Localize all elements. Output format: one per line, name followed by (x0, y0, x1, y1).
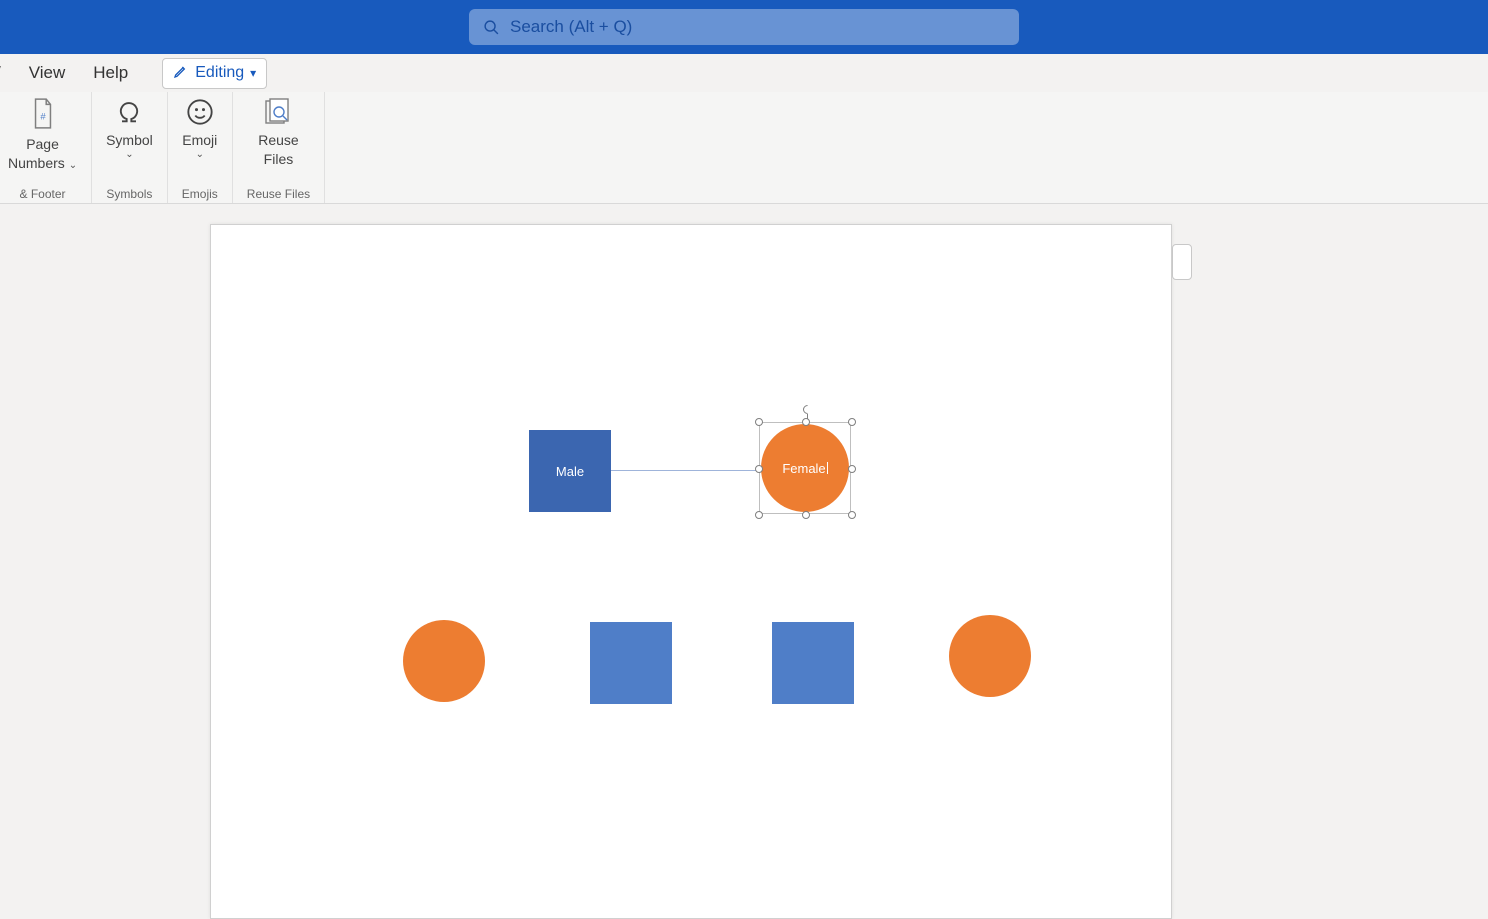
rotation-handle[interactable] (801, 405, 815, 425)
shape-square-2[interactable] (772, 622, 854, 704)
document-area: Male Female (0, 204, 1488, 919)
page-numbers-label-1: Page (26, 136, 59, 152)
resize-handle-sw[interactable] (755, 511, 763, 519)
ribbon-group-symbols: Symbol ⌄ Symbols (92, 92, 168, 203)
resize-handle-s[interactable] (802, 511, 810, 519)
shape-female-circle[interactable]: Female (761, 424, 849, 512)
search-icon (483, 19, 500, 36)
ribbon-group-footer: # Page Numbers ⌄ & Footer (0, 92, 92, 203)
ribbon-group-label-emojis: Emojis (182, 187, 218, 201)
editing-mode-button[interactable]: Editing ▾ (162, 58, 267, 89)
chevron-down-icon: ⌄ (69, 160, 77, 171)
resize-handle-se[interactable] (848, 511, 856, 519)
chevron-down-icon: ▾ (250, 66, 256, 80)
smile-icon (186, 98, 214, 129)
resize-handle-e[interactable] (848, 465, 856, 473)
shape-circle-1[interactable] (403, 620, 485, 702)
symbol-button[interactable]: Symbol ⌄ (106, 98, 153, 161)
svg-text:#: # (40, 111, 46, 122)
tab-help[interactable]: Help (93, 63, 128, 83)
search-box[interactable] (469, 9, 1019, 45)
emoji-button[interactable]: Emoji ⌄ (182, 98, 217, 161)
reuse-files-icon (263, 98, 293, 129)
pen-icon (173, 63, 189, 84)
page-canvas[interactable]: Male Female (210, 224, 1172, 919)
shape-circle-2[interactable] (949, 615, 1031, 697)
reuse-files-label-1: Reuse (258, 132, 298, 148)
chevron-down-icon: ⌄ (125, 149, 133, 161)
tab-partial[interactable]: / (0, 63, 1, 83)
symbol-label: Symbol (106, 132, 153, 148)
search-input[interactable] (510, 17, 1005, 37)
tab-view[interactable]: View (29, 63, 66, 83)
shape-female-label: Female (782, 461, 825, 476)
ribbon-group-label-reuse: Reuse Files (247, 187, 310, 201)
layout-options-button[interactable] (1172, 244, 1192, 280)
resize-handle-nw[interactable] (755, 418, 763, 426)
ribbon-group-reuse-files: Reuse Files Reuse Files (233, 92, 325, 203)
shape-male-rect[interactable]: Male (529, 430, 611, 512)
reuse-files-button[interactable]: Reuse Files (258, 98, 298, 167)
emoji-label: Emoji (182, 132, 217, 148)
ribbon-group-emojis: Emoji ⌄ Emojis (168, 92, 233, 203)
ribbon-group-label-footer: & Footer (20, 187, 66, 201)
text-cursor (827, 462, 828, 474)
page-numbers-button[interactable]: # Page Numbers ⌄ (8, 98, 77, 172)
resize-handle-ne[interactable] (848, 418, 856, 426)
page-numbers-label-2: Numbers (8, 155, 65, 171)
chevron-down-icon: ⌄ (196, 149, 204, 161)
ribbon: # Page Numbers ⌄ & Footer Symbol ⌄ Symbo… (0, 92, 1488, 204)
menu-bar: / View Help Editing ▾ (0, 54, 1488, 92)
title-bar (0, 0, 1488, 54)
reuse-files-label-2: Files (264, 151, 294, 167)
editing-mode-label: Editing (195, 64, 244, 82)
ribbon-group-label-symbols: Symbols (106, 187, 152, 201)
page-icon: # (30, 98, 56, 133)
shape-square-1[interactable] (590, 622, 672, 704)
omega-icon (115, 98, 143, 129)
connector-line[interactable] (611, 470, 761, 471)
shape-male-label: Male (556, 464, 584, 479)
